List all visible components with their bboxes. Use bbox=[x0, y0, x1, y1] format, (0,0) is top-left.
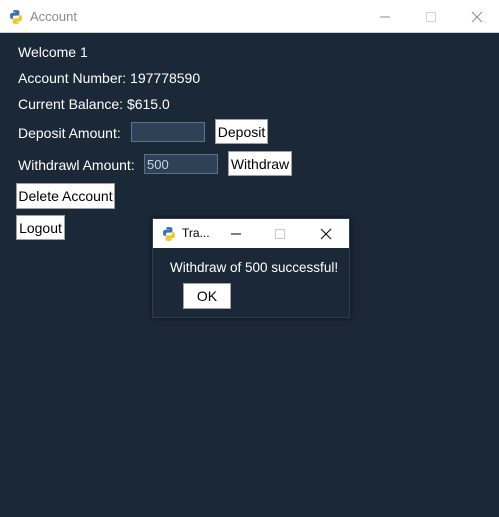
maximize-icon bbox=[426, 11, 436, 22]
python-icon bbox=[10, 10, 22, 24]
close-icon bbox=[320, 228, 332, 239]
transaction-dialog: Tra... Withdraw of 500 successful! OK bbox=[152, 218, 350, 318]
withdraw-button[interactable]: Withdraw bbox=[228, 151, 292, 176]
minimize-icon bbox=[231, 233, 241, 234]
dialog-minimize-button[interactable] bbox=[215, 219, 257, 248]
close-icon bbox=[471, 11, 483, 22]
maximize-icon bbox=[275, 228, 285, 239]
python-icon bbox=[163, 227, 175, 241]
ok-button[interactable]: OK bbox=[183, 283, 231, 309]
deposit-amount-input[interactable] bbox=[131, 122, 205, 142]
account-number-label: Account Number: 197778590 bbox=[18, 70, 201, 86]
minimize-button[interactable] bbox=[362, 0, 408, 33]
balance-label: Current Balance: $615.0 bbox=[18, 96, 170, 112]
maximize-button[interactable] bbox=[408, 0, 454, 33]
window-title: Account bbox=[30, 9, 77, 24]
window-titlebar[interactable]: Account bbox=[0, 0, 499, 33]
close-button[interactable] bbox=[454, 0, 499, 33]
deposit-button[interactable]: Deposit bbox=[215, 119, 268, 144]
delete-account-button[interactable]: Delete Account bbox=[16, 183, 115, 209]
minimize-icon bbox=[380, 16, 390, 17]
dialog-close-button[interactable] bbox=[305, 219, 347, 248]
logout-button[interactable]: Logout bbox=[16, 215, 65, 240]
dialog-titlebar[interactable]: Tra... bbox=[153, 219, 349, 248]
withdraw-amount-label: Withdrawl Amount: bbox=[18, 157, 135, 173]
withdraw-amount-input[interactable] bbox=[144, 154, 218, 174]
welcome-label: Welcome 1 bbox=[18, 44, 88, 60]
dialog-title: Tra... bbox=[182, 226, 210, 240]
dialog-message: Withdraw of 500 successful! bbox=[170, 260, 339, 275]
deposit-amount-label: Deposit Amount: bbox=[18, 125, 121, 141]
dialog-maximize-button[interactable] bbox=[259, 219, 301, 248]
